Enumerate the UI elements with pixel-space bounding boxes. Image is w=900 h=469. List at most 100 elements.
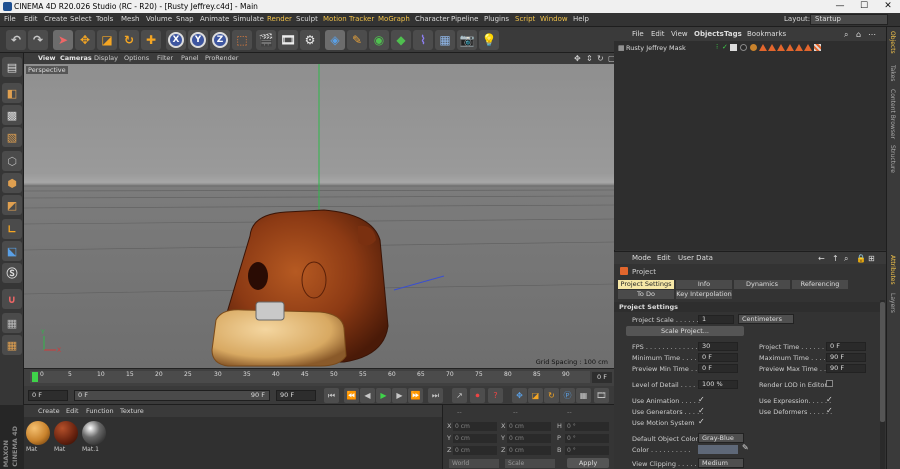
spline-pen-button[interactable]: ✎ xyxy=(347,30,367,50)
menu-motion-tracker[interactable]: Motion Tracker xyxy=(323,15,374,23)
material-tag-icon[interactable] xyxy=(750,44,757,51)
camera-button[interactable]: 📷 xyxy=(457,30,477,50)
redo-button[interactable]: ↷ xyxy=(28,30,48,50)
menu-window[interactable]: Window xyxy=(540,15,568,23)
render-settings-button[interactable]: ⚙ xyxy=(300,30,320,50)
viewport-menu-view[interactable]: View xyxy=(38,54,56,62)
attr-menu-edit[interactable]: Edit xyxy=(657,254,671,262)
use-generators-checkbox[interactable]: ✓ xyxy=(698,406,705,415)
subdivision-surface-button[interactable]: ◉ xyxy=(369,30,389,50)
default-object-color-select[interactable]: Gray-Blue xyxy=(698,433,744,443)
close-button[interactable]: ✕ xyxy=(876,0,900,13)
use-expression-checkbox[interactable]: ✓ xyxy=(826,395,833,404)
material-item[interactable]: Mat xyxy=(54,421,78,453)
snapping-button[interactable]: Ⓢ xyxy=(2,263,22,283)
view-clipping-select[interactable]: Medium xyxy=(698,458,744,468)
viewport-rotate-icon[interactable]: ↻ xyxy=(597,54,604,63)
scale-tool-button[interactable]: ◪ xyxy=(97,30,117,50)
timeline[interactable]: 0 5 10 15 20 25 30 35 40 45 50 55 60 65 … xyxy=(24,368,614,386)
polygons-mode-button[interactable]: ◩ xyxy=(2,195,22,215)
workplane-lock-button[interactable]: ▦ xyxy=(2,313,22,333)
scale-project-button[interactable]: Scale Project... xyxy=(626,326,744,336)
menu-render[interactable]: Render xyxy=(267,15,292,23)
selection-tag-icon[interactable] xyxy=(795,44,803,51)
object-menu-file[interactable]: File xyxy=(632,30,644,38)
menu-select[interactable]: Select xyxy=(70,15,92,23)
selection-tag-icon[interactable] xyxy=(786,44,794,51)
next-frame-button[interactable]: ▶ xyxy=(392,388,407,403)
points-mode-button[interactable]: ⬡ xyxy=(2,151,22,171)
material-item[interactable]: Mat xyxy=(26,421,50,453)
attr-menu-user-data[interactable]: User Data xyxy=(678,254,713,262)
workplane-mode-button[interactable]: ▧ xyxy=(2,127,22,147)
current-frame-field[interactable]: 0 F xyxy=(28,390,68,401)
object-menu-view[interactable]: View xyxy=(671,30,688,38)
preview-min-field[interactable]: 0 F xyxy=(698,364,738,373)
menu-file[interactable]: File xyxy=(4,15,16,23)
fps-field[interactable]: 30 xyxy=(698,342,738,351)
rotate-tool-button[interactable]: ↻ xyxy=(119,30,139,50)
playhead[interactable] xyxy=(32,372,38,382)
next-key-button[interactable]: ⏩ xyxy=(408,388,423,403)
material-menu-edit[interactable]: Edit xyxy=(66,407,79,415)
prev-frame-button[interactable]: ◀ xyxy=(360,388,375,403)
menu-edit[interactable]: Edit xyxy=(24,15,38,23)
side-tab-structure[interactable]: Structure xyxy=(889,145,896,173)
menu-tools[interactable]: Tools xyxy=(96,15,113,23)
side-tab-attributes[interactable]: Attributes xyxy=(889,255,896,285)
coord-mode-select[interactable]: World xyxy=(449,459,499,468)
key-rotation-button[interactable]: ↻ xyxy=(544,388,559,403)
viewport-menu-cameras[interactable]: Cameras xyxy=(60,54,92,62)
tab-project-settings[interactable]: Project Settings xyxy=(618,280,674,289)
cube-object-button[interactable]: ◈ xyxy=(325,30,345,50)
size-x-field[interactable]: 0 cm xyxy=(507,422,551,431)
tab-info[interactable]: Info xyxy=(676,280,732,289)
model-mode-button[interactable]: ◧ xyxy=(2,83,22,103)
preview-range-slider[interactable]: 0 F 90 F xyxy=(74,390,270,401)
move-tool-button[interactable]: ✥ xyxy=(75,30,95,50)
menu-script[interactable]: Script xyxy=(515,15,535,23)
attr-menu-mode[interactable]: Mode xyxy=(632,254,651,262)
z-axis-button[interactable]: Z xyxy=(210,30,230,50)
material-menu-texture[interactable]: Texture xyxy=(120,407,144,415)
menu-volume[interactable]: Volume xyxy=(146,15,172,23)
lock-icon[interactable]: 🔒 xyxy=(856,254,866,263)
size-y-field[interactable]: 0 cm xyxy=(507,434,551,443)
scrollbar-thumb[interactable] xyxy=(880,302,885,422)
axis-mode-button[interactable]: ∟ xyxy=(2,219,22,239)
search-icon[interactable]: ⌕ xyxy=(844,30,848,40)
lod-field[interactable]: 100 % xyxy=(698,380,738,389)
visibility-dots-icon[interactable]: ⁝ xyxy=(716,43,718,51)
recent-tool-button[interactable]: ✚ xyxy=(141,30,161,50)
viewport-pan-icon[interactable]: ✥ xyxy=(574,54,581,63)
autokey-button[interactable]: ? xyxy=(488,388,503,403)
key-parameter-button[interactable]: Ⓟ xyxy=(560,388,575,403)
floor-button[interactable]: ▦ xyxy=(435,30,455,50)
render-picture-viewer-button[interactable]: 🎞 xyxy=(278,30,298,50)
key-scale-button[interactable]: ◪ xyxy=(528,388,543,403)
x-axis-button[interactable]: X xyxy=(166,30,186,50)
rotation-p-field[interactable]: 0 ° xyxy=(565,434,609,443)
soft-selection-button[interactable]: ∪ xyxy=(2,289,22,309)
menu-simulate[interactable]: Simulate xyxy=(233,15,264,23)
menu-mograph[interactable]: MoGraph xyxy=(378,15,410,23)
light-button[interactable]: 💡 xyxy=(479,30,499,50)
menu-sculpt[interactable]: Sculpt xyxy=(296,15,318,23)
position-y-field[interactable]: 0 cm xyxy=(453,434,497,443)
object-menu-tags[interactable]: Tags xyxy=(724,30,742,38)
object-menu-bookmarks[interactable]: Bookmarks xyxy=(747,30,786,38)
back-arrow-icon[interactable]: ← xyxy=(818,254,825,263)
object-menu-edit[interactable]: Edit xyxy=(651,30,665,38)
coord-size-mode-select[interactable]: Scale xyxy=(505,459,555,468)
record-button[interactable]: ⏺ xyxy=(470,388,485,403)
selection-tag-icon[interactable] xyxy=(777,44,785,51)
key-pla-button[interactable]: ▦ xyxy=(576,388,591,403)
motion-path-button[interactable]: ↗ xyxy=(452,388,467,403)
selection-tag-icon[interactable] xyxy=(768,44,776,51)
tab-key-interpolation[interactable]: Key Interpolation xyxy=(676,290,732,299)
phong-tag-icon[interactable] xyxy=(730,44,737,51)
position-x-field[interactable]: 0 cm xyxy=(453,422,497,431)
menu-plugins[interactable]: Plugins xyxy=(484,15,509,23)
use-motion-system-checkbox[interactable]: ✓ xyxy=(698,417,705,426)
menu-help[interactable]: Help xyxy=(573,15,589,23)
